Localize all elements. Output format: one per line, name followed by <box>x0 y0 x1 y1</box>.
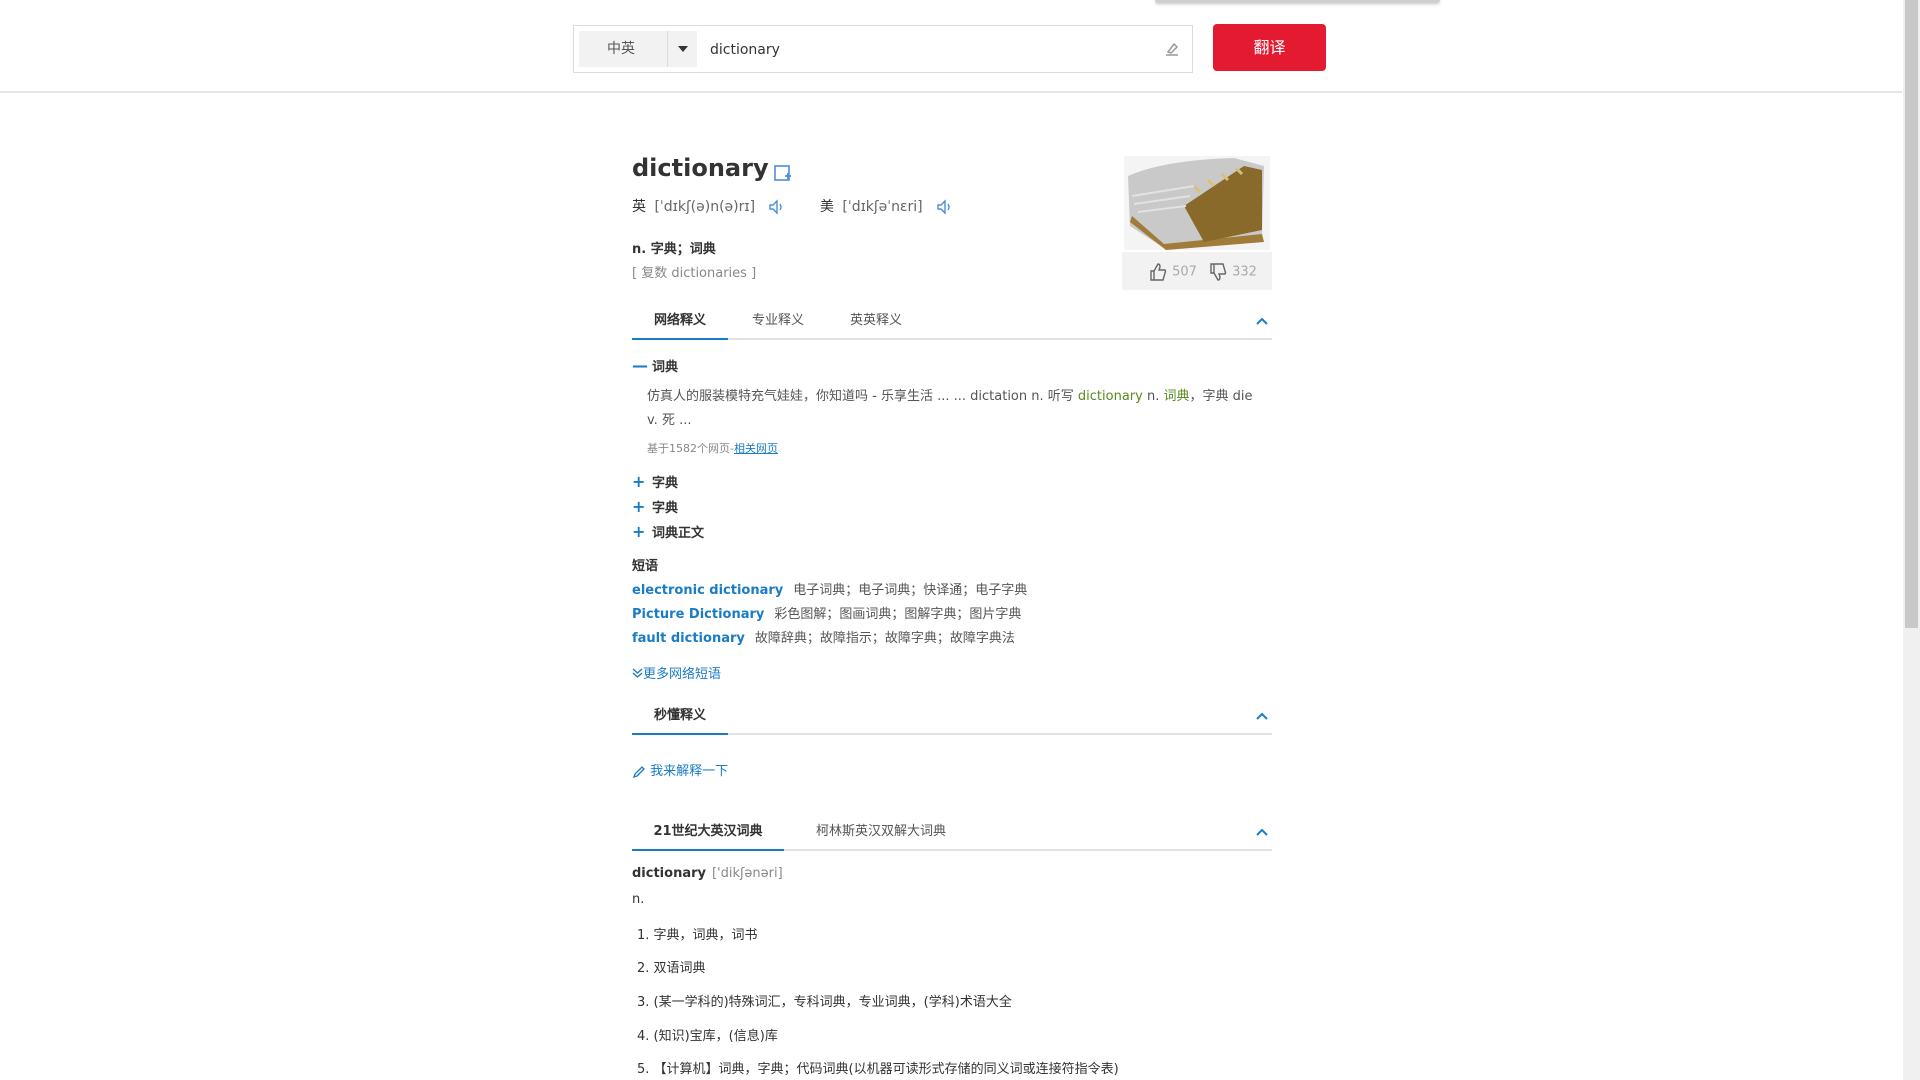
tab-collins[interactable]: 柯林斯英汉双解大词典 <box>786 819 976 851</box>
us-phonetic: [ˈdɪkʃəˈnɛri] <box>842 199 923 215</box>
plus-icon: + <box>632 522 646 541</box>
explain-link[interactable]: 我来解释一下 <box>632 760 728 779</box>
dict-sense: 3. (某一学科的)特殊词汇，专科词典，专业词典，(学科)术语大全 <box>637 995 1012 1010</box>
web-text-part: 仿真人的服装模特充气娃娃，你知道吗 - 乐享生活 ... ... dictati… <box>647 389 1078 404</box>
tab-english-english[interactable]: 英英释义 <box>828 308 924 340</box>
explain-label: 我来解释一下 <box>650 764 729 779</box>
web-definition-label: 词典 <box>652 360 679 375</box>
expand-item-label: 词典正文 <box>652 526 705 541</box>
dict-sense: 5. 【计算机】词典，字典；代码词典(以机器可读形式存储的同义词或连接符指令表) <box>637 1062 1119 1077</box>
thumbs-down-icon <box>1210 263 1227 281</box>
phrase-row: electronic dictionary 电子词典；电子词典；快译通；电子字典 <box>632 579 1027 598</box>
highlight-term: dictionary <box>1077 389 1143 404</box>
chevron-up-icon[interactable] <box>1256 711 1268 721</box>
thumbs-up-icon <box>1150 263 1167 281</box>
phrases-title: 短语 <box>632 559 659 574</box>
uk-tag: 英 <box>632 199 646 215</box>
chevron-down-icon[interactable] <box>667 31 697 67</box>
translate-button[interactable]: 翻译 <box>1213 24 1326 71</box>
tab-21st-century[interactable]: 21世纪大英汉词典 <box>632 819 784 851</box>
related-pages-link[interactable]: 相关网页 <box>734 442 778 455</box>
tab-web-definitions[interactable]: 网络释义 <box>632 308 728 340</box>
phrase-translation: 电子词典；电子词典；快译通；电子字典 <box>793 583 1028 598</box>
tab-professional[interactable]: 专业释义 <box>730 308 826 340</box>
dict-entry-head: dictionary ['dikʃənəri] <box>632 866 783 881</box>
top-search-bar: 中英 翻译 <box>0 0 1902 93</box>
source-prefix: 基于1582个网页- <box>647 442 734 455</box>
expand-item[interactable]: + 词典正文 <box>632 522 704 541</box>
dropdown-shadow <box>1155 0 1440 3</box>
dislike-count: 332 <box>1232 264 1257 280</box>
phrase-link[interactable]: electronic dictionary <box>632 583 783 598</box>
like-count: 507 <box>1172 264 1197 280</box>
search-input[interactable] <box>708 32 1142 68</box>
headword: dictionary <box>632 154 769 182</box>
tab-quick-explain[interactable]: 秒懂释义 <box>632 703 728 735</box>
expand-item-label: 字典 <box>652 501 679 516</box>
phrase-link[interactable]: Picture Dictionary <box>632 607 764 622</box>
dict-sense: 2. 双语词典 <box>637 961 706 976</box>
speaker-icon[interactable] <box>767 198 785 216</box>
dictionary-picture <box>1124 156 1270 250</box>
chevron-up-icon[interactable] <box>1256 316 1268 326</box>
uk-phonetic: [ˈdɪkʃ(ə)n(ə)rɪ] <box>654 199 756 215</box>
phrase-row: fault dictionary 故障辞典；故障指示；故障字典；故障字典法 <box>632 627 1015 646</box>
highlight-term: 词典 <box>1163 389 1190 404</box>
tabbar-definitions: 网络释义 专业释义 英英释义 <box>632 308 1272 340</box>
phrase-translation: 故障辞典；故障指示；故障字典；故障字典法 <box>754 631 1015 646</box>
plural-form: [ 复数 dictionaries ] <box>632 266 757 281</box>
more-phrases-link[interactable]: 更多网络短语 <box>632 663 721 682</box>
expand-item[interactable]: + 字典 <box>632 497 678 516</box>
language-select[interactable]: 中英 <box>579 31 697 67</box>
us-tag: 美 <box>819 199 834 215</box>
phrase-translation: 彩色图解；图画词典；图解字典；图片字典 <box>774 607 1022 622</box>
pencil-icon <box>632 765 645 778</box>
minus-icon: — <box>632 356 648 375</box>
clear-icon[interactable] <box>1162 39 1182 59</box>
plus-icon: + <box>632 472 646 491</box>
dict-entry-phonetic: ['dikʃənəri] <box>711 866 783 881</box>
dict-entry-word: dictionary <box>632 866 706 881</box>
more-phrases-label: 更多网络短语 <box>643 667 722 682</box>
chevron-up-icon[interactable] <box>1256 827 1268 837</box>
dislike-control[interactable]: 332 <box>1208 262 1257 282</box>
like-control[interactable]: 507 <box>1148 262 1197 282</box>
search-box: 中英 <box>573 25 1193 73</box>
dict-entry-pos: n. <box>632 892 645 907</box>
web-definition-text: 仿真人的服装模特充气娃娃，你知道吗 - 乐享生活 ... ... dictati… <box>647 385 1257 433</box>
basic-definition: n. 字典；词典 <box>632 242 716 257</box>
add-to-wordbook-icon[interactable] <box>772 162 794 184</box>
double-chevron-down-icon <box>632 668 643 678</box>
expand-item-label: 字典 <box>652 476 679 491</box>
speaker-icon[interactable] <box>935 198 953 216</box>
expand-item[interactable]: + 字典 <box>632 472 678 491</box>
phonetics-row: 英 [ˈdɪkʃ(ə)n(ə)rɪ] 美 [ˈdɪkʃəˈnɛri] <box>632 196 953 216</box>
phrase-link[interactable]: fault dictionary <box>632 631 745 646</box>
tabbar-quick-explain: 秒懂释义 <box>632 703 1272 735</box>
scroll-thumb[interactable] <box>1905 0 1918 628</box>
source-note: 基于1582个网页-相关网页 <box>647 440 778 456</box>
dict-sense: 4. (知识)宝库，(信息)库 <box>637 1029 778 1044</box>
web-definition-title[interactable]: — 词典 <box>632 356 678 375</box>
tabbar-dictionaries: 21世纪大英汉词典 柯林斯英汉双解大词典 <box>632 819 1272 851</box>
scrollbar[interactable] <box>1903 0 1920 1080</box>
vote-box: 507 332 <box>1122 252 1272 290</box>
language-label: 中英 <box>607 41 635 57</box>
phrase-row: Picture Dictionary 彩色图解；图画词典；图解字典；图片字典 <box>632 603 1021 622</box>
plus-icon: + <box>632 497 646 516</box>
dict-sense: 1. 字典，词典，词书 <box>637 928 758 943</box>
web-text-part: n. <box>1142 389 1164 404</box>
